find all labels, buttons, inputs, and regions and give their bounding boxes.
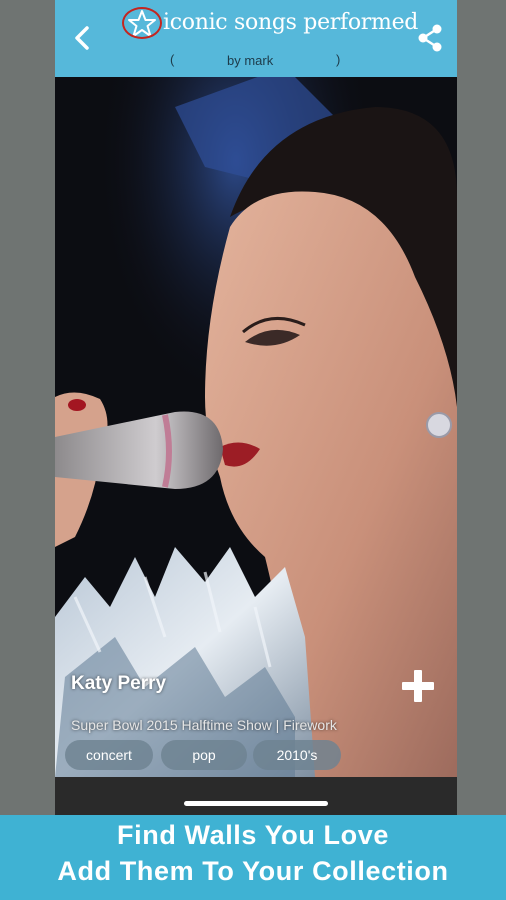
tag-chip[interactable]: concert (65, 740, 153, 770)
star-icon (128, 10, 156, 37)
plus-icon (402, 670, 434, 702)
byline-paren-close: ) (336, 52, 341, 67)
back-button[interactable] (69, 22, 97, 54)
promo-banner: Find Walls You Love Add Them To Your Col… (0, 815, 506, 900)
chevron-left-icon (75, 26, 89, 50)
collection-title: iconic songs performed (163, 10, 419, 35)
share-icon (418, 24, 442, 52)
favorite-button[interactable] (124, 8, 160, 40)
app-header: iconic songs performed ( by mark ) (55, 0, 457, 77)
add-to-collection-button[interactable] (400, 668, 436, 704)
phone-screen: iconic songs performed ( by mark ) Katy … (55, 0, 457, 815)
promo-subheadline: Add Them To Your Collection (57, 856, 449, 886)
artist-name: Katy Perry (71, 673, 167, 694)
promo-headline: Find Walls You Love (117, 820, 389, 850)
home-indicator[interactable] (184, 801, 328, 806)
byline-paren-open: ( (170, 52, 175, 67)
share-button[interactable] (415, 22, 445, 54)
system-nav-bar (55, 777, 457, 815)
tag-chip[interactable]: pop (161, 740, 247, 770)
collection-byline-row: ( by mark ) (55, 52, 457, 70)
collection-author[interactable]: by mark (227, 53, 273, 68)
concert-photo (55, 77, 457, 777)
wallpaper-caption: Super Bowl 2015 Halftime Show | Firework (71, 717, 337, 733)
wallpaper-image[interactable] (55, 77, 457, 777)
tag-chip[interactable]: 2010's (253, 740, 341, 770)
